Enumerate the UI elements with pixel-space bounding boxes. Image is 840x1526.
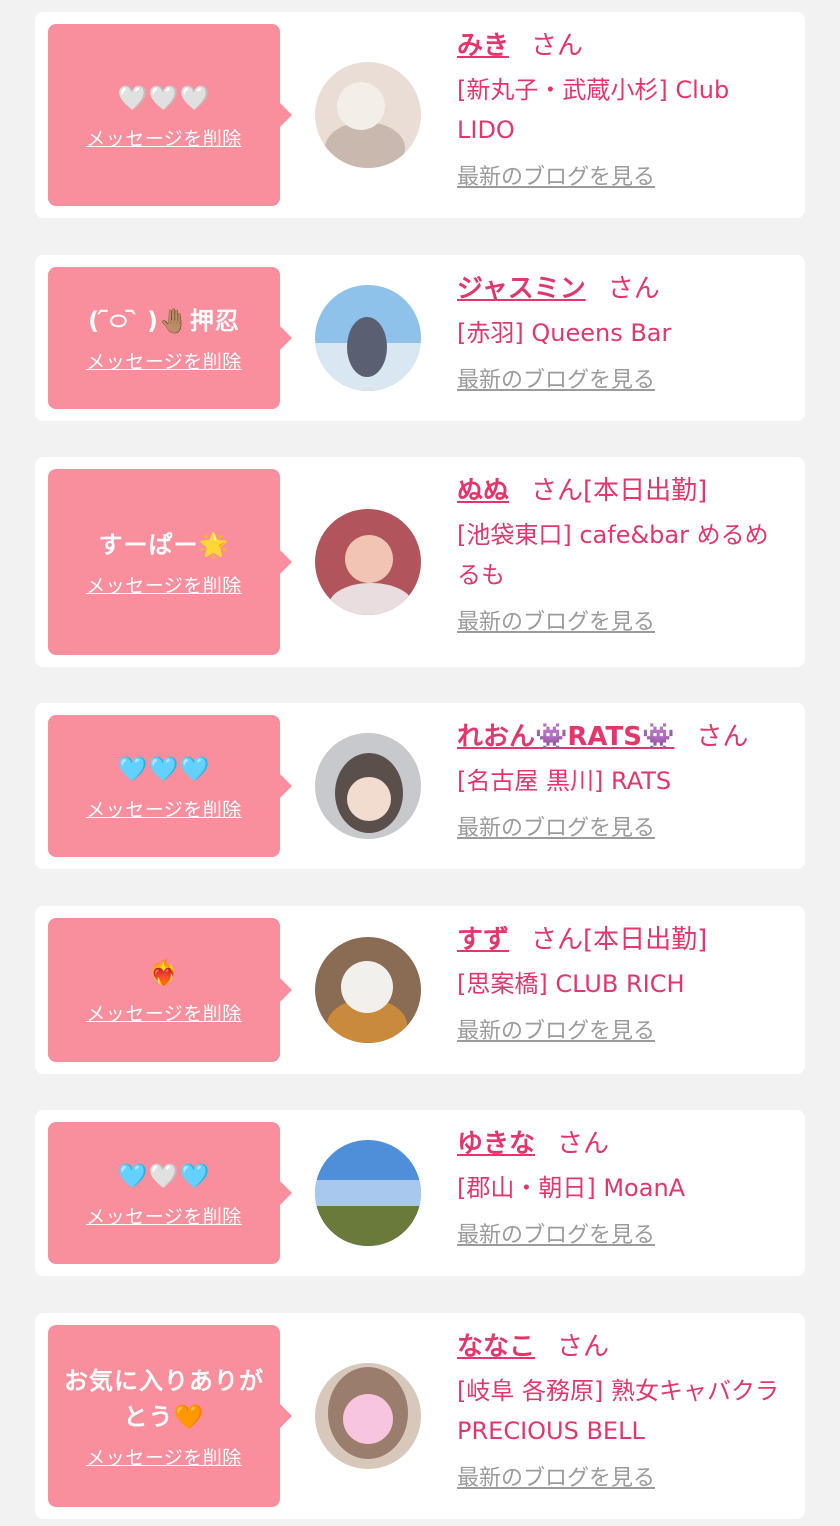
cast-info: みき さん [新丸子・武蔵小杉] Club LIDO 最新のブログを見る [457,26,787,194]
avatar-image [315,1140,421,1246]
shop-name: [名古屋 黒川] RATS [457,767,672,795]
delete-message-link[interactable]: メッセージを削除 [86,1202,242,1229]
cast-info: ななこ さん [岐阜 各務原] 熟女キャバクラ PRECIOUS BELL 最新の… [457,1327,787,1495]
avatar[interactable] [315,937,421,1043]
avatar[interactable] [315,285,421,391]
name-line: ぬぬ さん[本日出勤] [457,471,787,511]
cast-info: ゆきな さん [郡山・朝日] MoanA 最新のブログを見る [457,1124,787,1252]
message-bubble: 🤍🤍🤍 メッセージを削除 [48,24,292,206]
latest-blog-link[interactable]: 最新のブログを見る [457,162,655,194]
latest-blog-link[interactable]: 最新のブログを見る [457,813,655,845]
avatar[interactable] [315,62,421,168]
shop-name: [岐阜 各務原] 熟女キャバクラ PRECIOUS BELL [457,1377,779,1445]
name-line: すず さん[本日出勤] [457,920,787,960]
favorite-card: ❤️‍🔥 メッセージを削除 すず さん[本日出勤] [思案橋] CLUB RICH… [35,906,805,1074]
shop-name: [思案橋] CLUB RICH [457,970,685,998]
name-line: ゆきな さん [457,1124,787,1164]
favorite-card: 🤍🤍🤍 メッセージを削除 みき さん [新丸子・武蔵小杉] Club LIDO 最… [35,12,805,218]
message-bubble: 🩵🤍🩵 メッセージを削除 [48,1122,292,1264]
cast-name-link[interactable]: すず [457,925,509,955]
cast-info: ジャスミン さん [赤羽] Queens Bar 最新のブログを見る [457,269,787,397]
message-bubble: ( ᷇࿀ ᷆ )🤚🏽押忍 メッセージを削除 [48,267,292,409]
cast-info: すず さん[本日出勤] [思案橋] CLUB RICH 最新のブログを見る [457,920,787,1048]
name-line: みき さん [457,26,787,66]
latest-blog-link[interactable]: 最新のブログを見る [457,1016,655,1048]
cast-info: ぬぬ さん[本日出勤] [池袋東口] cafe&bar めるめるも 最新のブログを… [457,471,787,639]
cast-name-link[interactable]: ななこ [457,1332,535,1362]
honorific: さん [696,722,749,752]
delete-message-link[interactable]: メッセージを削除 [86,1443,242,1470]
avatar-image [315,62,421,168]
name-line: れおん👾RATS👾 さん [457,717,787,757]
message-bubble: お気に入りありがとう🧡 メッセージを削除 [48,1325,292,1507]
message-text: 🤍🤍🤍 [117,83,211,112]
favorite-card: すーぱー🌟 メッセージを削除 ぬぬ さん[本日出勤] [池袋東口] cafe&ba… [35,457,805,667]
name-line: ジャスミン さん [457,269,787,309]
shop-name: [池袋東口] cafe&bar めるめるも [457,521,769,589]
avatar-image [315,733,421,839]
cast-name-link[interactable]: みき [457,31,509,61]
favorite-card: ( ᷇࿀ ᷆ )🤚🏽押忍 メッセージを削除 ジャスミン さん [赤羽] Queen… [35,255,805,421]
cast-name-link[interactable]: ぬぬ [457,476,509,506]
avatar-image [315,509,421,615]
honorific: さん [557,1129,610,1159]
honorific: さん [607,274,660,304]
shop-name: [郡山・朝日] MoanA [457,1174,686,1202]
latest-blog-link[interactable]: 最新のブログを見る [457,365,655,397]
message-bubble: すーぱー🌟 メッセージを削除 [48,469,292,655]
cast-info: れおん👾RATS👾 さん [名古屋 黒川] RATS 最新のブログを見る [457,717,787,845]
message-text: ( ᷇࿀ ᷆ )🤚🏽押忍 [88,306,240,335]
avatar[interactable] [315,733,421,839]
delete-message-link[interactable]: メッセージを削除 [86,347,242,374]
cast-name-link[interactable]: ジャスミン [457,274,586,304]
honorific: さん [531,476,584,506]
delete-message-link[interactable]: メッセージを削除 [86,571,242,598]
favorite-card: お気に入りありがとう🧡 メッセージを削除 ななこ さん [岐阜 各務原] 熟女キャ… [35,1313,805,1519]
cast-name-link[interactable]: れおん👾RATS👾 [457,722,674,752]
avatar[interactable] [315,509,421,615]
avatar-image [315,1363,421,1469]
cast-name-link[interactable]: ゆきな [457,1129,535,1159]
latest-blog-link[interactable]: 最新のブログを見る [457,1220,655,1252]
favorite-card: 🩵🤍🩵 メッセージを削除 ゆきな さん [郡山・朝日] MoanA 最新のブログを… [35,1110,805,1276]
message-text: 🩵🩵🩵 [117,754,211,783]
latest-blog-link[interactable]: 最新のブログを見る [457,607,655,639]
avatar-image [315,285,421,391]
message-bubble: 🩵🩵🩵 メッセージを削除 [48,715,292,857]
avatar[interactable] [315,1363,421,1469]
message-text: ❤️‍🔥 [148,958,180,987]
message-text: すーぱー🌟 [98,530,230,559]
latest-blog-link[interactable]: 最新のブログを見る [457,1463,655,1495]
message-bubble: ❤️‍🔥 メッセージを削除 [48,918,292,1062]
favorites-list: 🤍🤍🤍 メッセージを削除 みき さん [新丸子・武蔵小杉] Club LIDO 最… [0,0,840,1526]
avatar-image [315,937,421,1043]
delete-message-link[interactable]: メッセージを削除 [86,795,242,822]
shop-name: [新丸子・武蔵小杉] Club LIDO [457,76,730,144]
status-tag: [本日出勤] [583,476,708,506]
message-text: お気に入りありがとう🧡 [64,1366,264,1431]
delete-message-link[interactable]: メッセージを削除 [86,124,242,151]
delete-message-link[interactable]: メッセージを削除 [86,999,242,1026]
shop-name: [赤羽] Queens Bar [457,319,672,347]
message-text: 🩵🤍🩵 [117,1161,211,1190]
avatar[interactable] [315,1140,421,1246]
honorific: さん [557,1332,610,1362]
status-tag: [本日出勤] [583,925,708,955]
honorific: さん [531,31,584,61]
favorite-card: 🩵🩵🩵 メッセージを削除 れおん👾RATS👾 さん [名古屋 黒川] RATS 最… [35,703,805,869]
honorific: さん [531,925,584,955]
name-line: ななこ さん [457,1327,787,1367]
